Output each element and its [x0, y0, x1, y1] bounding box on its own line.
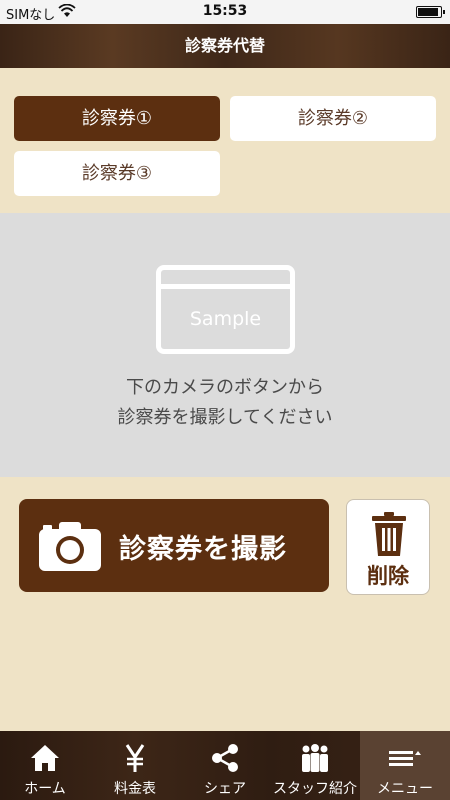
- battery-icon: [416, 6, 445, 18]
- card-placeholder-icon: Sample: [156, 265, 295, 354]
- share-icon: [212, 744, 238, 772]
- tabbar-label-staff: スタッフ紹介: [273, 781, 357, 797]
- tabbar-label-menu: メニュー: [377, 781, 433, 797]
- trash-icon: [372, 512, 406, 556]
- card-preview-area: Sample 下のカメラのボタンから 診察券を撮影してください: [0, 213, 450, 477]
- tabbar-item-share[interactable]: シェア: [180, 731, 270, 800]
- capture-button-label: 診察券を撮影: [119, 534, 287, 565]
- camera-icon: [39, 522, 101, 571]
- menu-icon: [389, 751, 421, 766]
- tabbar-label-price: 料金表: [114, 781, 156, 797]
- status-bar: SIMなし 15:53: [0, 0, 450, 24]
- instruction-line-1: 下のカメラのボタンから: [126, 377, 324, 398]
- delete-button-label: 削除: [367, 564, 409, 588]
- tabbar-item-home[interactable]: ホーム: [0, 731, 90, 800]
- capture-card-button[interactable]: 診察券を撮影: [19, 499, 329, 592]
- card-sample-text: Sample: [189, 308, 262, 330]
- staff-icon: [302, 744, 328, 772]
- yen-icon: [125, 744, 145, 772]
- tabbar-label-home: ホーム: [24, 781, 66, 797]
- tabbar-item-price[interactable]: 料金表: [90, 731, 180, 800]
- tabbar-item-menu[interactable]: メニュー: [360, 731, 450, 800]
- tab-card-1[interactable]: 診察券①: [14, 96, 220, 141]
- bottom-tab-bar: ホーム 料金表 シェア スタッフ紹介 メニュー: [0, 731, 450, 800]
- delete-button[interactable]: 削除: [346, 499, 430, 595]
- tab-card-2[interactable]: 診察券②: [230, 96, 436, 141]
- tabbar-label-share: シェア: [204, 781, 246, 797]
- tabbar-item-staff[interactable]: スタッフ紹介: [270, 731, 360, 800]
- page-title: 診察券代替: [0, 24, 450, 68]
- instruction-text: 下のカメラのボタンから 診察券を撮影してください: [0, 373, 450, 433]
- instruction-line-2: 診察券を撮影してください: [117, 407, 333, 428]
- home-icon: [31, 745, 59, 771]
- tab-card-3[interactable]: 診察券③: [14, 151, 220, 196]
- clock: 15:53: [202, 3, 248, 19]
